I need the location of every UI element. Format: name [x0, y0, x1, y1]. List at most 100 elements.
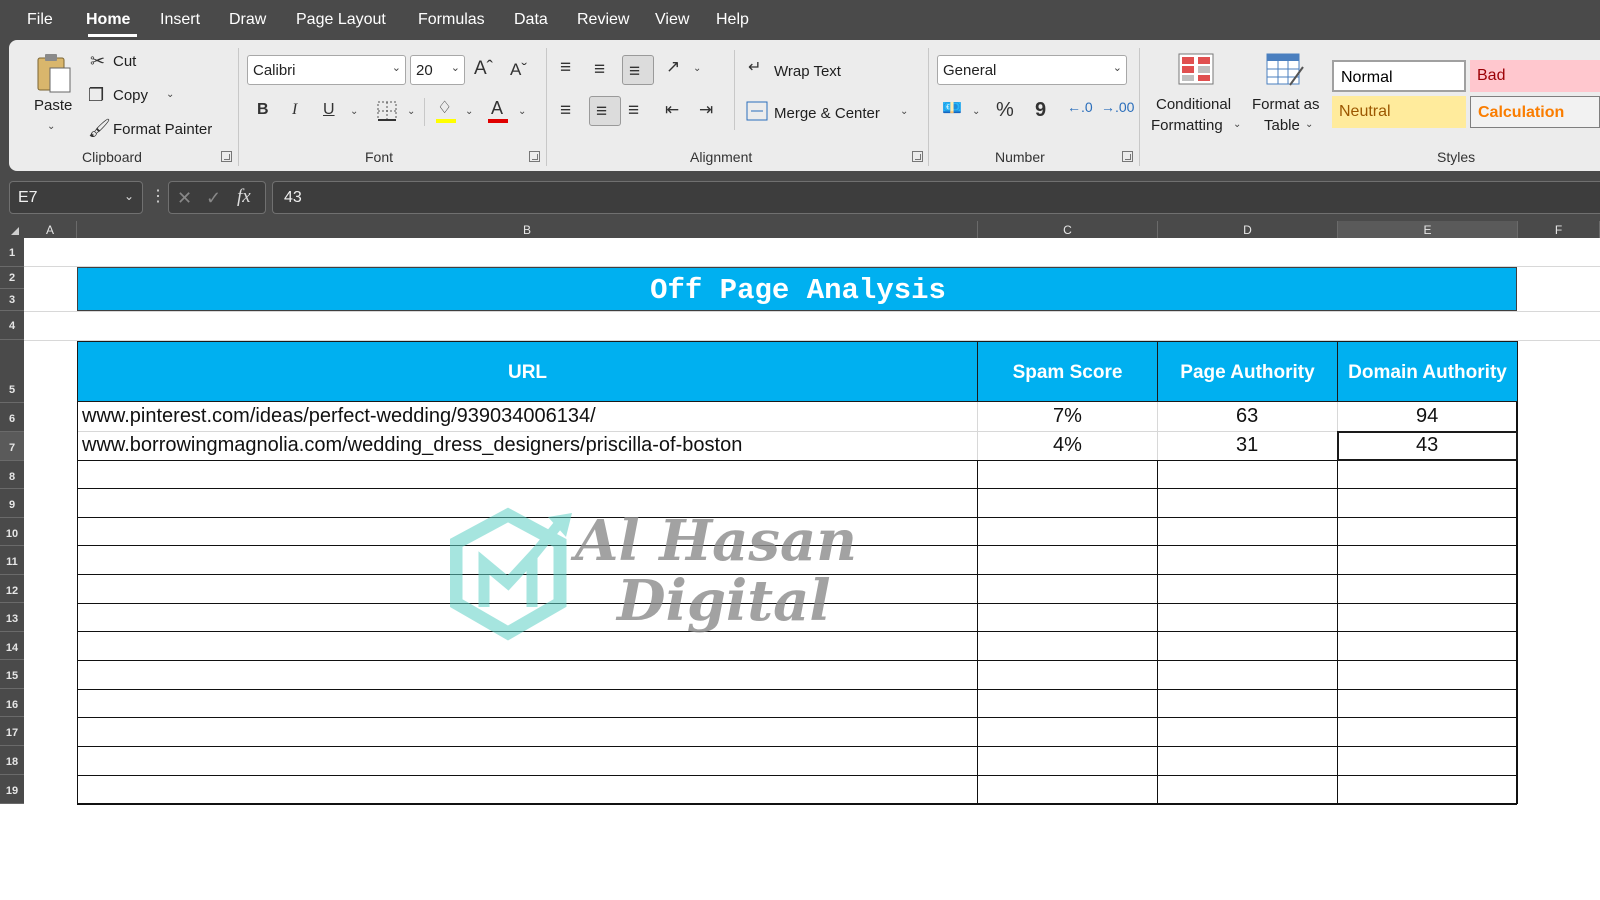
- column-header-c[interactable]: C: [978, 221, 1158, 238]
- font-launcher-icon[interactable]: [529, 151, 540, 162]
- clipboard-launcher-icon[interactable]: [221, 151, 232, 162]
- row-header[interactable]: 4: [0, 311, 24, 340]
- row-header[interactable]: 1: [0, 238, 24, 267]
- font-name-select[interactable]: Calibri ⌄: [247, 55, 406, 85]
- borders-icon[interactable]: [377, 101, 397, 121]
- borders-dropdown-icon[interactable]: ⌄: [407, 107, 415, 117]
- column-header-d[interactable]: D: [1158, 221, 1338, 238]
- fill-color-dropdown-icon[interactable]: ⌄: [465, 107, 473, 117]
- row-header[interactable]: 5: [0, 340, 24, 403]
- style-normal[interactable]: Normal: [1332, 60, 1466, 92]
- accounting-dropdown-icon[interactable]: ⌄: [972, 107, 980, 117]
- paste-dropdown-icon[interactable]: ⌄: [47, 122, 55, 132]
- menu-page-layout[interactable]: Page Layout: [296, 11, 386, 29]
- select-all-icon[interactable]: [8, 226, 20, 236]
- number-format-select[interactable]: General ⌄: [937, 55, 1127, 85]
- underline-dropdown-icon[interactable]: ⌄: [350, 107, 358, 117]
- row-header[interactable]: 13: [0, 603, 24, 632]
- copy-dropdown-icon[interactable]: ⌄: [166, 90, 174, 100]
- increase-font-size-icon[interactable]: Aˆ: [474, 59, 493, 78]
- more-options-icon[interactable]: ⋮: [150, 186, 166, 206]
- cell-url[interactable]: www.borrowingmagnolia.com/wedding_dress_…: [82, 434, 742, 457]
- header-page-authority[interactable]: Page Authority: [1157, 341, 1338, 402]
- row-header[interactable]: 15: [0, 660, 24, 689]
- row-header[interactable]: 11: [0, 546, 24, 575]
- row-header[interactable]: 7: [0, 432, 24, 461]
- align-left-icon[interactable]: ≡: [560, 101, 571, 120]
- fill-color-icon[interactable]: ♢: [437, 99, 452, 116]
- paste-button[interactable]: Paste ⌄: [30, 50, 76, 140]
- percent-style-button[interactable]: %: [996, 100, 1014, 120]
- format-as-table-button[interactable]: Format as Table ⌄: [1250, 50, 1324, 140]
- row-header[interactable]: 6: [0, 403, 24, 432]
- cell-url[interactable]: www.pinterest.com/ideas/perfect-wedding/…: [82, 405, 596, 428]
- merge-dropdown-icon[interactable]: ⌄: [900, 107, 908, 117]
- row-header[interactable]: 2: [0, 267, 24, 289]
- row-header[interactable]: 14: [0, 632, 24, 660]
- orientation-icon[interactable]: ↗: [666, 58, 680, 75]
- align-center-button[interactable]: ≡: [589, 96, 621, 126]
- insert-function-icon[interactable]: fx: [237, 186, 251, 208]
- formula-input[interactable]: 43: [272, 181, 1600, 214]
- menu-review[interactable]: Review: [577, 11, 629, 29]
- wrap-text-button[interactable]: Wrap Text: [774, 63, 841, 80]
- menu-help[interactable]: Help: [716, 11, 749, 29]
- menu-view[interactable]: View: [655, 11, 689, 29]
- underline-button[interactable]: U: [323, 102, 335, 118]
- cell-page-authority[interactable]: 63: [1236, 405, 1258, 428]
- align-middle-icon[interactable]: ≡: [594, 60, 605, 79]
- comma-style-button[interactable]: 9: [1035, 100, 1046, 120]
- increase-decimal-icon[interactable]: ←.0: [1067, 100, 1093, 114]
- decrease-indent-icon[interactable]: ⇤: [665, 101, 679, 118]
- header-domain-authority[interactable]: Domain Authority: [1337, 341, 1518, 402]
- accounting-format-icon[interactable]: 💶: [942, 101, 962, 117]
- column-header-b[interactable]: B: [77, 221, 978, 238]
- format-painter-button[interactable]: Format Painter: [113, 121, 212, 138]
- cell-spam-score[interactable]: 4%: [1053, 434, 1082, 457]
- font-color-icon[interactable]: A: [491, 99, 503, 117]
- italic-button[interactable]: I: [292, 102, 297, 118]
- name-box[interactable]: E7 ⌄: [9, 181, 143, 214]
- alignment-launcher-icon[interactable]: [912, 151, 923, 162]
- row-header[interactable]: 17: [0, 717, 24, 746]
- align-top-icon[interactable]: ≡: [560, 58, 571, 77]
- number-launcher-icon[interactable]: [1122, 151, 1133, 162]
- menu-formulas[interactable]: Formulas: [418, 11, 485, 29]
- conditional-formatting-button[interactable]: Conditional Formatting ⌄: [1148, 50, 1244, 140]
- style-bad[interactable]: Bad: [1470, 60, 1600, 92]
- decrease-font-size-icon[interactable]: Aˇ: [510, 61, 527, 78]
- menu-insert[interactable]: Insert: [160, 11, 200, 29]
- bold-button[interactable]: B: [257, 102, 269, 118]
- merge-center-button[interactable]: Merge & Center: [774, 105, 880, 122]
- orientation-dropdown-icon[interactable]: ⌄: [693, 64, 701, 74]
- column-header-a[interactable]: A: [24, 221, 77, 238]
- font-color-dropdown-icon[interactable]: ⌄: [518, 107, 526, 117]
- cell-spam-score[interactable]: 7%: [1053, 405, 1082, 428]
- decrease-decimal-icon[interactable]: →.00: [1101, 100, 1134, 114]
- align-bottom-button[interactable]: ≡: [622, 55, 654, 85]
- menu-file[interactable]: File: [27, 11, 53, 29]
- menu-home[interactable]: Home: [86, 11, 130, 29]
- column-header-f[interactable]: F: [1518, 221, 1600, 238]
- menu-draw[interactable]: Draw: [229, 11, 266, 29]
- header-url[interactable]: URL: [77, 341, 978, 402]
- copy-button[interactable]: Copy: [113, 87, 148, 104]
- row-header[interactable]: 18: [0, 746, 24, 775]
- cell-domain-authority[interactable]: 94: [1416, 405, 1438, 428]
- style-calculation[interactable]: Calculation: [1470, 96, 1600, 128]
- increase-indent-icon[interactable]: ⇥: [699, 101, 713, 118]
- menu-data[interactable]: Data: [514, 11, 548, 29]
- row-header[interactable]: 16: [0, 689, 24, 717]
- font-size-select[interactable]: 20 ⌄: [410, 55, 465, 85]
- column-header-e[interactable]: E: [1338, 221, 1518, 238]
- row-header[interactable]: 9: [0, 489, 24, 518]
- row-header[interactable]: 8: [0, 461, 24, 489]
- title-cell[interactable]: Off Page Analysis: [77, 267, 1517, 311]
- row-header[interactable]: 12: [0, 575, 24, 603]
- cut-button[interactable]: Cut: [113, 53, 136, 70]
- row-header[interactable]: 10: [0, 518, 24, 546]
- style-neutral[interactable]: Neutral: [1332, 96, 1466, 128]
- row-header[interactable]: 3: [0, 289, 24, 311]
- row-header[interactable]: 19: [0, 775, 24, 804]
- align-right-icon[interactable]: ≡: [628, 101, 639, 120]
